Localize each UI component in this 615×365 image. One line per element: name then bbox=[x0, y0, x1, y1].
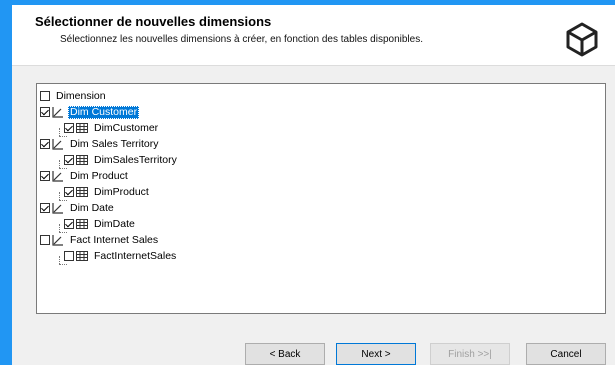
dimcustomer-label: DimCustomer bbox=[94, 121, 159, 134]
tree-connector bbox=[59, 264, 67, 265]
dim-product-checkbox[interactable] bbox=[40, 171, 50, 181]
table-icon bbox=[76, 187, 88, 197]
dimsalesterritory-label: DimSalesTerritory bbox=[94, 153, 177, 166]
tree-node-dim-customer[interactable]: Dim Customer bbox=[40, 104, 140, 120]
fact-internet-sales-label[interactable]: Fact Internet Sales bbox=[68, 234, 160, 247]
desktop-background-left bbox=[0, 0, 12, 365]
table-icon bbox=[76, 155, 88, 165]
page-subtitle: Sélectionnez les nouvelles dimensions à … bbox=[60, 34, 423, 45]
tree-node-dimproduct-table[interactable]: DimProduct bbox=[64, 184, 151, 200]
factinternetsales-label: FactInternetSales bbox=[94, 249, 177, 262]
dimension-tree[interactable]: Dimension Dim Customer DimCustomer Dim S… bbox=[36, 83, 606, 314]
finish-button[interactable]: Finish >>| bbox=[430, 343, 510, 365]
dimsalesterritory-checkbox[interactable] bbox=[64, 155, 74, 165]
tree-connector bbox=[59, 256, 60, 264]
dimcustomer-checkbox[interactable] bbox=[64, 123, 74, 133]
fact-internet-sales-checkbox[interactable] bbox=[40, 235, 50, 245]
dimproduct-checkbox[interactable] bbox=[64, 187, 74, 197]
dim-customer-label[interactable]: Dim Customer bbox=[68, 105, 140, 119]
back-button[interactable]: < Back bbox=[245, 343, 325, 365]
tree-connector bbox=[59, 128, 60, 136]
tree-node-dim-product[interactable]: Dim Product bbox=[40, 168, 130, 184]
factinternetsales-checkbox[interactable] bbox=[64, 251, 74, 261]
dimdate-checkbox[interactable] bbox=[64, 219, 74, 229]
table-icon bbox=[76, 251, 88, 261]
wizard-dialog: Sélectionner de nouvelles dimensions Sél… bbox=[12, 5, 615, 365]
tree-node-dim-date[interactable]: Dim Date bbox=[40, 200, 116, 216]
dimension-icon bbox=[52, 203, 63, 214]
tree-root-label: Dimension bbox=[56, 89, 106, 102]
dimension-icon bbox=[52, 171, 63, 182]
tree-node-dim-sales-territory[interactable]: Dim Sales Territory bbox=[40, 136, 161, 152]
dimension-icon bbox=[52, 107, 63, 118]
table-icon bbox=[76, 219, 88, 229]
dim-sales-territory-label[interactable]: Dim Sales Territory bbox=[68, 138, 161, 151]
dim-sales-territory-checkbox[interactable] bbox=[40, 139, 50, 149]
tree-node-dimsalesterritory-table[interactable]: DimSalesTerritory bbox=[64, 152, 179, 168]
dimproduct-label: DimProduct bbox=[94, 185, 149, 198]
page-title: Sélectionner de nouvelles dimensions bbox=[35, 14, 272, 29]
tree-root-row[interactable]: Dimension bbox=[40, 88, 108, 104]
tree-node-factinternetsales-table[interactable]: FactInternetSales bbox=[64, 248, 178, 264]
next-button[interactable]: Next > bbox=[336, 343, 416, 365]
dimension-icon bbox=[52, 235, 63, 246]
dim-customer-checkbox[interactable] bbox=[40, 107, 50, 117]
cube-icon bbox=[566, 22, 598, 57]
dimdate-label: DimDate bbox=[94, 217, 135, 230]
tree-connector bbox=[59, 192, 60, 200]
table-icon bbox=[76, 123, 88, 133]
tree-node-dimdate-table[interactable]: DimDate bbox=[64, 216, 137, 232]
tree-connector bbox=[59, 224, 60, 232]
root-checkbox[interactable] bbox=[40, 91, 50, 101]
wizard-header: Sélectionner de nouvelles dimensions Sél… bbox=[12, 5, 615, 66]
tree-node-dimcustomer-table[interactable]: DimCustomer bbox=[64, 120, 160, 136]
cancel-button[interactable]: Cancel bbox=[526, 343, 606, 365]
dim-date-checkbox[interactable] bbox=[40, 203, 50, 213]
dimension-icon bbox=[52, 139, 63, 150]
dim-date-label[interactable]: Dim Date bbox=[68, 202, 116, 215]
tree-connector bbox=[59, 160, 60, 168]
tree-node-fact-internet-sales[interactable]: Fact Internet Sales bbox=[40, 232, 160, 248]
dim-product-label[interactable]: Dim Product bbox=[68, 170, 130, 183]
